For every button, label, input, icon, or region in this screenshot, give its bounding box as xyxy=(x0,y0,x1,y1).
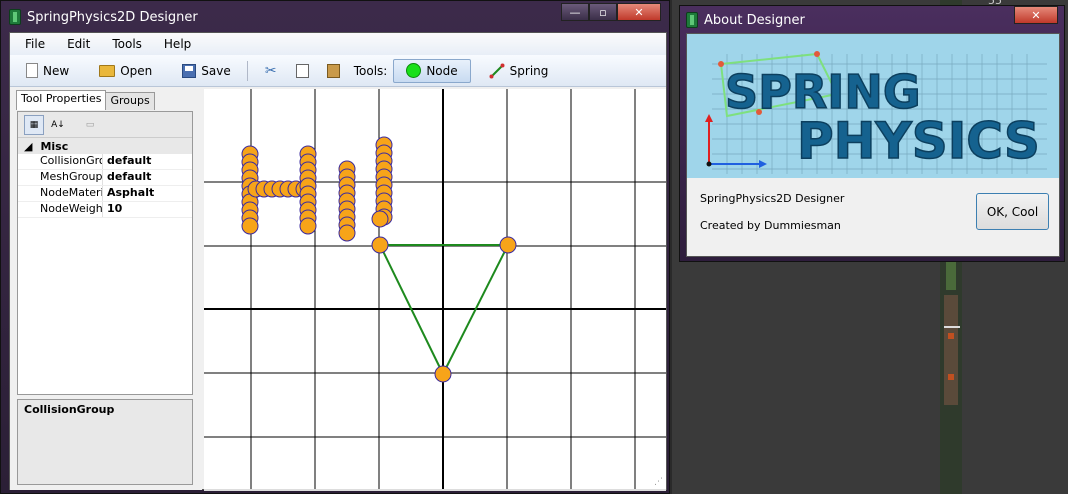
menu-bar: File Edit Tools Help xyxy=(10,33,666,55)
title-bar[interactable]: SpringPhysics2D Designer xyxy=(9,5,198,29)
spring-tool-button[interactable]: Spring xyxy=(481,59,557,83)
save-button[interactable]: Save xyxy=(174,59,238,83)
open-button[interactable]: Open xyxy=(91,59,160,83)
collapse-icon[interactable]: ◢ xyxy=(24,140,32,153)
window-controls: — ▫ ✕ xyxy=(561,3,661,21)
client-area: File Edit Tools Help New Open Save ✂ Too… xyxy=(9,32,667,491)
property-description: CollisionGroup xyxy=(17,399,193,485)
menu-edit[interactable]: Edit xyxy=(56,35,101,53)
main-window: SpringPhysics2D Designer — ▫ ✕ File Edit… xyxy=(0,0,670,494)
menu-help[interactable]: Help xyxy=(153,35,202,53)
resize-grip[interactable]: ⋰ xyxy=(654,477,664,487)
property-grid-toolbar: ▦ A↓ ▭ xyxy=(18,112,192,138)
categorized-icon[interactable]: ▦ xyxy=(24,114,44,135)
category-row[interactable]: ◢ Misc xyxy=(18,138,192,154)
maximize-button[interactable]: ▫ xyxy=(589,3,617,21)
open-folder-icon xyxy=(99,64,116,77)
spring-icon xyxy=(489,63,505,78)
node[interactable] xyxy=(338,224,356,242)
property-pages-icon[interactable]: ▭ xyxy=(80,115,100,135)
node[interactable] xyxy=(371,236,389,254)
menu-tools[interactable]: Tools xyxy=(101,35,153,53)
property-value[interactable]: default xyxy=(103,170,151,185)
node[interactable] xyxy=(499,236,517,254)
minimize-button[interactable]: — xyxy=(561,3,589,21)
about-title-bar[interactable]: About Designer xyxy=(686,9,805,31)
copy-icon xyxy=(295,63,309,78)
property-row[interactable]: MeshGroup default xyxy=(18,170,192,186)
description-title: CollisionGroup xyxy=(24,403,115,416)
toolbar-separator xyxy=(246,60,248,81)
new-icon xyxy=(26,63,38,78)
property-row[interactable]: CollisionGroup default xyxy=(18,154,192,170)
product-name: SpringPhysics2D Designer xyxy=(700,192,845,205)
app-icon xyxy=(9,9,21,25)
logo-image: SPRING PHYSICS xyxy=(705,51,1047,174)
left-panel: Tool Properties Groups ▦ A↓ ▭ ◢ Misc Col… xyxy=(10,88,202,490)
logo-line-2: PHYSICS xyxy=(797,112,1040,170)
background-dot xyxy=(948,333,954,339)
node[interactable] xyxy=(241,217,259,235)
alphabetical-icon[interactable]: A↓ xyxy=(48,115,68,135)
copy-button[interactable] xyxy=(288,59,317,83)
background-strip-brown xyxy=(944,295,958,405)
credit-text: Created by Dummiesman xyxy=(700,219,841,232)
tab-tool-properties[interactable]: Tool Properties xyxy=(16,90,107,110)
save-label: Save xyxy=(201,63,231,78)
spring-label: Spring xyxy=(509,63,549,78)
toolbar: New Open Save ✂ Tools: Node Spring xyxy=(10,55,666,87)
about-title: About Designer xyxy=(704,12,805,28)
logo-banner: SPRING PHYSICS xyxy=(687,34,1059,178)
tab-groups[interactable]: Groups xyxy=(105,92,155,110)
property-row[interactable]: NodeMaterial Asphalt xyxy=(18,186,192,202)
property-name: MeshGroup xyxy=(18,170,103,185)
property-grid: ▦ A↓ ▭ ◢ Misc CollisionGroup default Mes… xyxy=(17,111,193,395)
cut-button[interactable]: ✂ xyxy=(256,59,286,83)
property-row[interactable]: NodeWeight 10 xyxy=(18,202,192,218)
about-client-area: SPRING PHYSICS SpringPhysics2D Designer … xyxy=(686,33,1060,257)
property-value[interactable]: 10 xyxy=(103,202,122,217)
open-label: Open xyxy=(120,63,153,78)
node-icon xyxy=(406,63,422,78)
close-button[interactable]: ✕ xyxy=(617,3,661,21)
design-canvas[interactable] xyxy=(204,89,666,489)
property-value[interactable]: default xyxy=(103,154,151,169)
about-close-button[interactable]: ✕ xyxy=(1014,6,1058,24)
ok-button[interactable]: OK, Cool xyxy=(976,193,1049,230)
category-label: Misc xyxy=(40,139,69,153)
tools-label: Tools: xyxy=(353,63,388,78)
save-icon xyxy=(182,63,197,78)
background-tick xyxy=(944,326,960,328)
window-title: SpringPhysics2D Designer xyxy=(27,9,198,25)
logo-line-1: SPRING xyxy=(725,65,921,119)
status-bar xyxy=(204,489,666,491)
node[interactable] xyxy=(434,365,452,383)
property-name: NodeMaterial xyxy=(18,186,103,201)
property-name: NodeWeight xyxy=(18,202,103,217)
paste-button[interactable] xyxy=(319,59,348,83)
property-value[interactable]: Asphalt xyxy=(103,186,154,201)
new-label: New xyxy=(43,63,70,78)
background-dot xyxy=(948,374,954,380)
cut-icon: ✂ xyxy=(264,62,277,79)
menu-file[interactable]: File xyxy=(14,35,56,53)
app-icon xyxy=(686,12,698,28)
node[interactable] xyxy=(299,217,317,235)
panel-tabs: Tool Properties Groups xyxy=(16,90,155,110)
property-name: CollisionGroup xyxy=(18,154,103,169)
node-tool-button[interactable]: Node xyxy=(393,58,471,83)
node-label: Node xyxy=(426,63,458,78)
about-window: About Designer ✕ SPRING PHYSICS SpringPh… xyxy=(679,5,1065,262)
canvas-drawing[interactable] xyxy=(204,89,666,489)
new-button[interactable]: New xyxy=(18,59,77,83)
node[interactable] xyxy=(371,210,389,228)
paste-icon xyxy=(326,63,340,78)
